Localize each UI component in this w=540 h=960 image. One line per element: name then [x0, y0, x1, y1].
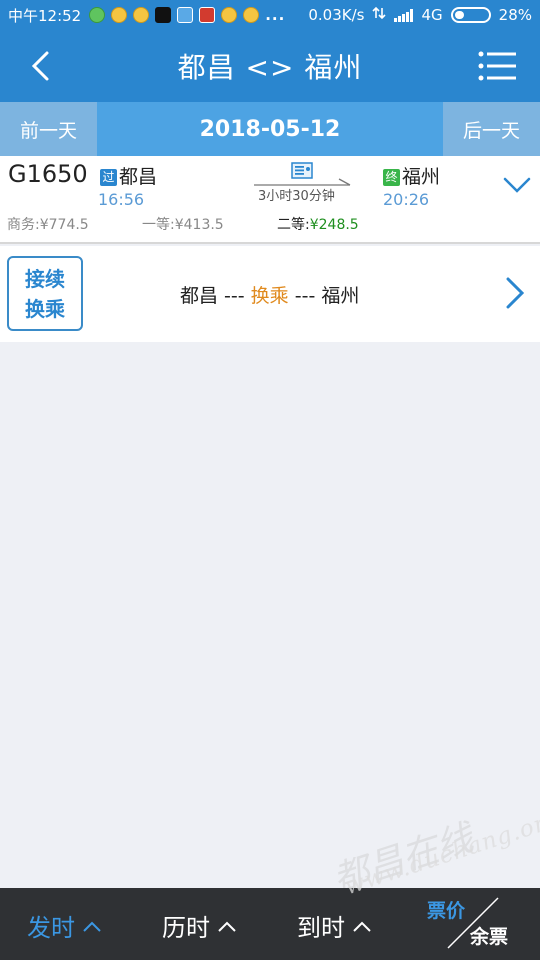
status-bar: 中午12:52 ... 0.03K/s 4G 28%	[0, 0, 540, 30]
chevron-right-icon[interactable]	[505, 276, 525, 310]
caret-up-icon	[218, 921, 236, 932]
tiktok-icon	[155, 7, 172, 23]
app-notification-icon	[243, 7, 260, 23]
back-button[interactable]	[22, 48, 58, 84]
sort-by-duration-button[interactable]: 历时	[162, 908, 236, 943]
transfer-badge-line2: 换乘	[25, 297, 65, 321]
next-day-button[interactable]: 后一天	[443, 102, 540, 156]
network-type: 4G	[421, 6, 443, 24]
train-number: G1650	[8, 160, 88, 188]
data-transfer-icon	[372, 6, 387, 24]
transfer-separator: ---	[218, 285, 251, 307]
transfer-option[interactable]: 接续 换乘 都昌 --- 换乘 --- 福州	[0, 246, 540, 342]
sort-bar: 发时 历时 到时 票价 余票	[0, 888, 540, 960]
first-class-label: 一等:	[142, 217, 175, 233]
menu-button[interactable]	[478, 48, 518, 84]
transfer-mid: 换乘	[250, 285, 289, 307]
arrival-station: 终福州	[383, 162, 440, 189]
train-card[interactable]: G1650 过都昌 16:56 3小时30分钟 终福州 20:26 商务:¥77…	[0, 156, 540, 244]
transfer-badge: 接续 换乘	[7, 256, 83, 331]
app-notification-icon	[111, 7, 128, 23]
sort-by-departure-button[interactable]: 发时	[27, 908, 101, 943]
network-speed: 0.03K/s	[308, 6, 365, 24]
chevron-down-icon[interactable]	[503, 176, 531, 194]
pass-tag: 过	[100, 169, 117, 186]
app-notification-icon	[133, 7, 150, 23]
business-class-price: 商务:¥774.5	[7, 214, 89, 234]
status-time: 中午12:52	[8, 6, 82, 25]
departure-time: 16:56	[98, 190, 145, 209]
first-class-price: 一等:¥413.5	[142, 214, 224, 234]
sort-arrive-label: 到时	[297, 914, 345, 942]
prev-day-button[interactable]: 前一天	[0, 102, 97, 156]
wechat-icon	[89, 7, 106, 23]
app-notification-icon	[199, 7, 216, 23]
date-selector[interactable]: 2018-05-12	[97, 102, 443, 156]
nav-bar: 都昌 <> 福州	[0, 30, 540, 102]
notification-icons: ...	[89, 6, 285, 24]
chevron-left-icon	[31, 51, 49, 81]
sort-duration-label: 历时	[162, 914, 210, 942]
sort-by-price-button[interactable]: 票价	[427, 896, 465, 923]
signal-icon	[394, 8, 414, 22]
business-class-label: 商务:	[7, 217, 40, 233]
transfer-separator: ---	[288, 285, 322, 307]
departure-station: 过都昌	[100, 162, 157, 189]
caret-up-icon	[83, 921, 101, 932]
arrival-station-name: 福州	[402, 166, 441, 188]
first-class-value: ¥413.5	[174, 217, 224, 233]
sort-by-arrival-button[interactable]: 到时	[297, 908, 371, 943]
second-class-value: ¥248.5	[309, 217, 359, 233]
caret-up-icon	[353, 921, 371, 932]
travel-duration: 3小时30分钟	[258, 189, 335, 204]
arrival-time: 20:26	[383, 190, 430, 209]
departure-station-name: 都昌	[119, 166, 158, 188]
app-notification-icon	[221, 7, 238, 23]
menu-icon	[478, 51, 516, 81]
transfer-route: 都昌 --- 换乘 --- 福州	[180, 281, 359, 308]
transfer-badge-line1: 接续	[25, 267, 65, 291]
battery-percent: 28%	[498, 6, 532, 24]
sort-depart-label: 发时	[27, 914, 75, 942]
battery-icon	[450, 7, 491, 23]
transfer-from: 都昌	[180, 285, 219, 307]
transfer-to: 福州	[321, 285, 360, 307]
date-bar: 前一天 2018-05-12 后一天	[0, 102, 540, 156]
ticket-info-icon[interactable]	[291, 162, 313, 179]
second-class-label: 二等:	[277, 217, 310, 233]
more-notifications-icon: ...	[265, 6, 286, 24]
terminal-tag: 终	[383, 169, 400, 186]
page-title: 都昌 <> 福州	[177, 51, 363, 84]
sort-by-remaining-button[interactable]: 余票	[470, 922, 508, 949]
app-notification-icon	[177, 7, 194, 23]
second-class-price: 二等:¥248.5	[277, 214, 359, 234]
business-class-value: ¥774.5	[39, 217, 89, 233]
